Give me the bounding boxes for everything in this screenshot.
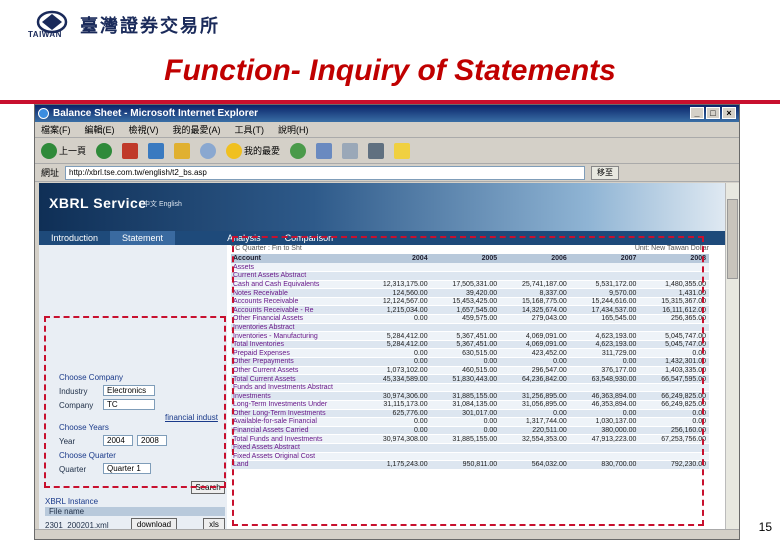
refresh-icon[interactable] [148,142,165,159]
menu-edit[interactable]: 編輯(E) [85,122,115,137]
nav-statement[interactable]: Statement [110,231,176,245]
favorites-button[interactable]: 我的最愛 [226,142,281,159]
url-input[interactable] [65,165,586,180]
site-banner: XBRL Service 中文 English [39,183,725,231]
logo-chinese-text: 臺灣證券交易所 [80,16,220,37]
star-icon [226,142,243,159]
go-button[interactable]: 移至 [591,165,620,180]
scrollbar-thumb[interactable] [727,199,738,279]
twse-logo-icon [36,10,68,34]
page-number: 15 [758,520,772,534]
file-name-header: File name [45,507,225,516]
ie-icon [38,108,49,119]
stop-icon[interactable] [122,142,139,159]
back-arrow-icon [41,142,57,159]
menu-help[interactable]: 說明(H) [278,122,309,137]
xbrl-instance-header: XBRL Instance [45,497,99,506]
forward-arrow-icon[interactable] [96,142,113,159]
folder-icon[interactable] [394,142,411,159]
site-brand: XBRL Service [49,195,147,211]
favorites-label: 我的最愛 [244,146,281,156]
home-icon[interactable] [174,142,191,159]
print-icon[interactable] [368,142,385,159]
maximize-button[interactable]: □ [706,107,720,119]
minimize-button[interactable]: _ [690,107,704,119]
menu-file[interactable]: 檔案(F) [41,122,71,137]
status-bar [35,529,739,539]
search-icon[interactable] [200,142,217,159]
back-label: 上一頁 [59,146,87,156]
window-title: Balance Sheet - Microsoft Internet Explo… [53,108,259,119]
history-icon[interactable] [316,142,333,159]
language-links[interactable]: 中文 English [143,199,182,209]
menu-favorites[interactable]: 我的最愛(A) [173,122,221,137]
menu-tools[interactable]: 工具(T) [235,122,265,137]
back-button[interactable]: 上一頁 [41,142,87,159]
vertical-scrollbar[interactable] [725,183,739,535]
window-titlebar: Balance Sheet - Microsoft Internet Explo… [35,105,739,122]
nav-introduction[interactable]: Introduction [39,231,110,245]
address-label: 網址 [41,168,60,178]
media-icon[interactable] [290,142,307,159]
browser-toolbar: 上一頁 我的最愛 [35,138,739,164]
menu-view[interactable]: 檢視(V) [129,122,159,137]
close-button[interactable]: × [722,107,736,119]
mail-icon[interactable] [342,142,359,159]
slide-title: Function- Inquiry of Statements [164,54,616,87]
address-bar: 網址 移至 [35,164,739,182]
query-highlight-box [44,316,226,488]
grid-highlight-box [232,236,704,526]
menu-bar: 檔案(F) 編輯(E) 檢視(V) 我的最愛(A) 工具(T) 說明(H) [35,122,739,138]
logo-brand-text: TAIWAN [28,30,62,39]
